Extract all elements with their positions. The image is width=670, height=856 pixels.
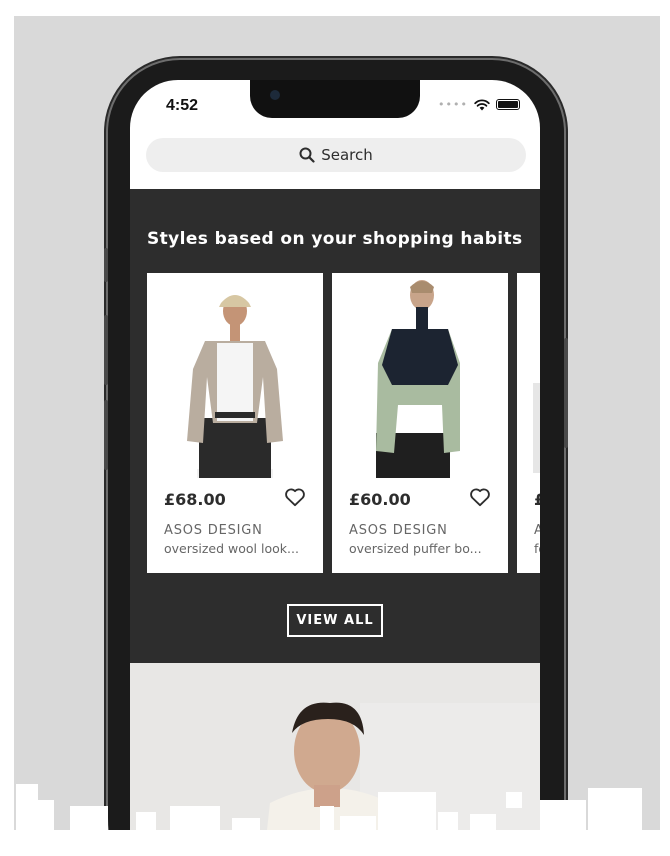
product-description: fo (534, 541, 540, 556)
torn-edge-fragment (506, 792, 522, 808)
product-image[interactable] (147, 273, 323, 478)
status-icons: •••• (438, 98, 520, 111)
product-description: oversized puffer bo... (349, 541, 482, 556)
product-image[interactable] (517, 273, 540, 478)
torn-edge-fragment (170, 806, 220, 830)
torn-edge-fragment (470, 814, 496, 830)
volume-down-button (104, 400, 108, 470)
volume-up-button (104, 315, 108, 385)
view-all-button[interactable]: VIEW ALL (287, 604, 383, 637)
recommendations-section: Styles based on your shopping habits £68… (130, 189, 540, 663)
product-card[interactable]: £ A fo (517, 273, 540, 573)
product-card[interactable]: £60.00 ASOS DESIGN oversized puffer bo..… (332, 273, 508, 573)
status-time: 4:52 (166, 97, 199, 114)
torn-edge-fragment (70, 806, 108, 830)
product-card[interactable]: £68.00 ASOS DESIGN oversized wool look..… (147, 273, 323, 573)
torn-edge-fragment (378, 792, 436, 830)
product-price: £ (534, 490, 540, 509)
heart-outline-icon[interactable] (284, 487, 306, 507)
torn-edge-fragment (232, 818, 260, 830)
battery-icon (496, 99, 520, 110)
torn-edge-fragment (38, 800, 54, 830)
product-brand: ASOS DESIGN (164, 523, 263, 538)
search-bar[interactable]: Search (146, 138, 526, 172)
torn-edge-fragment (16, 784, 38, 830)
product-image[interactable] (332, 273, 508, 478)
search-icon (299, 147, 315, 163)
torn-edge-fragment (588, 788, 642, 830)
product-brand: ASOS DESIGN (349, 523, 448, 538)
search-label: Search (321, 146, 373, 164)
mute-switch (104, 248, 108, 282)
notch (250, 80, 420, 118)
section-title: Styles based on your shopping habits (147, 229, 523, 249)
signal-icon: •••• (438, 98, 468, 111)
power-button (564, 338, 568, 448)
camera-icon (270, 90, 280, 100)
torn-edge-fragment (320, 806, 334, 830)
torn-edge (0, 830, 670, 856)
torn-edge-fragment (438, 812, 458, 830)
torn-edge-fragment (540, 800, 586, 830)
product-description: oversized wool look... (164, 541, 299, 556)
torn-edge-fragment (136, 812, 156, 830)
wifi-icon (474, 98, 490, 110)
product-brand: A (534, 523, 540, 538)
heart-outline-icon[interactable] (469, 487, 491, 507)
torn-edge-fragment (340, 816, 376, 830)
app-screen: 4:52 •••• Search Styles based on your sh… (130, 80, 540, 856)
product-price: £68.00 (164, 490, 226, 509)
product-price: £60.00 (349, 490, 411, 509)
